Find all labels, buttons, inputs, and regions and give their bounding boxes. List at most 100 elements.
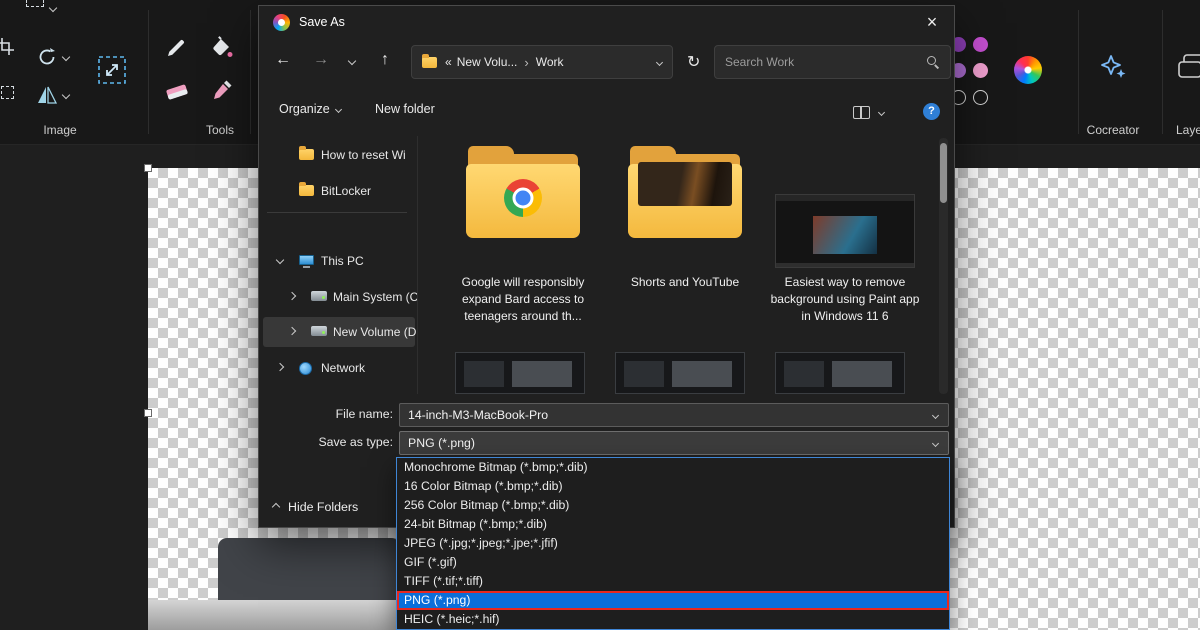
sidebar-item-main-system[interactable]: Main System (C (263, 282, 415, 312)
new-folder-label: New folder (375, 102, 435, 116)
file-item-label[interactable]: Shorts and YouTube (607, 274, 763, 291)
file-item-thumbnail-partial[interactable] (775, 352, 905, 394)
format-option[interactable]: HEIC (*.heic;*.hif) (397, 610, 949, 629)
color-picker-tool-icon[interactable] (210, 80, 234, 109)
forward-button[interactable]: → (313, 51, 329, 69)
edit-colors-wheel-icon[interactable] (1014, 56, 1042, 84)
breadcrumb-current[interactable]: Work (536, 55, 564, 69)
refresh-icon[interactable]: ↻ (687, 52, 700, 72)
flip-dropdown-chevron-icon[interactable] (62, 91, 70, 99)
ribbon-divider (250, 10, 251, 134)
file-list-scrollbar[interactable] (939, 138, 948, 394)
sidebar-item-this-pc[interactable]: This PC (263, 246, 415, 276)
view-options-chevron-icon[interactable] (878, 109, 885, 116)
savetype-label: Save as type: (289, 435, 393, 449)
expand-chevron-icon[interactable] (276, 363, 284, 371)
format-option[interactable]: JPEG (*.jpg;*.jpeg;*.jpe;*.jfif) (397, 534, 949, 553)
expand-chevron-icon[interactable] (288, 327, 296, 335)
breadcrumb-collapse[interactable]: « (445, 55, 452, 69)
help-icon[interactable]: ? (923, 103, 940, 120)
network-icon (299, 362, 312, 375)
up-button[interactable]: ↑ (381, 51, 389, 69)
format-option[interactable]: GIF (*.gif) (397, 553, 949, 572)
chevron-up-icon (272, 503, 280, 511)
new-folder-button[interactable]: New folder (375, 102, 435, 116)
file-item-thumbnail-partial[interactable] (455, 352, 585, 394)
paint-logo-icon (273, 14, 290, 31)
search-box[interactable]: Search Work (714, 45, 951, 79)
rotate-icon[interactable] (36, 46, 58, 73)
file-item-label[interactable]: Easiest way to remove background using P… (767, 274, 923, 325)
eraser-tool-icon[interactable] (164, 80, 190, 109)
selection-handle-mid-left[interactable] (144, 409, 152, 417)
sidebar-item-bitlocker[interactable]: BitLocker (263, 176, 415, 206)
filename-label: File name: (289, 407, 393, 421)
combobox-chevron-icon[interactable] (932, 411, 939, 418)
selection-handle-top-left[interactable] (144, 164, 152, 172)
pane-divider[interactable] (417, 136, 418, 394)
color-swatch-empty[interactable] (973, 90, 988, 105)
color-swatch-pink[interactable] (973, 63, 988, 78)
ribbon-divider (1162, 10, 1163, 134)
hide-folders-label: Hide Folders (288, 500, 358, 514)
selection-tool-icon[interactable] (26, 0, 44, 7)
scrollbar-thumb[interactable] (940, 143, 947, 203)
free-select-icon[interactable] (1, 86, 14, 99)
sidebar-item-label: Network (321, 361, 365, 375)
color-swatch-magenta[interactable] (973, 37, 988, 52)
recent-locations-chevron-icon[interactable] (348, 57, 356, 65)
sidebar-item-new-volume[interactable]: New Volume (D (263, 317, 415, 347)
search-icon[interactable] (926, 55, 940, 69)
combobox-chevron-icon[interactable] (932, 439, 939, 446)
flip-icon[interactable] (36, 84, 58, 111)
sidebar-item-network[interactable]: Network (263, 353, 415, 383)
drive-icon (311, 291, 327, 301)
file-item-folder-shorts[interactable] (628, 146, 742, 238)
sidebar-item-how-to-reset[interactable]: How to reset Wi (263, 140, 415, 170)
cocreator-group-label: Cocreator (1078, 123, 1148, 137)
filename-value: 14-inch-M3-MacBook-Pro (408, 408, 933, 422)
rotate-dropdown-chevron-icon[interactable] (62, 53, 70, 61)
chrome-logo-icon (504, 179, 542, 217)
format-option[interactable]: 16 Color Bitmap (*.bmp;*.dib) (397, 477, 949, 496)
format-option[interactable]: TIFF (*.tif;*.tiff) (397, 572, 949, 591)
close-icon[interactable]: × (916, 9, 948, 35)
format-option[interactable]: Monochrome Bitmap (*.bmp;*.dib) (397, 458, 949, 477)
file-item-thumbnail-easiest-way[interactable] (775, 194, 915, 268)
pencil-tool-icon[interactable] (164, 36, 188, 65)
format-option[interactable]: 256 Color Bitmap (*.bmp;*.dib) (397, 496, 949, 515)
hide-folders-button[interactable]: Hide Folders (273, 500, 358, 514)
format-option[interactable]: 24-bit Bitmap (*.bmp;*.dib) (397, 515, 949, 534)
resize-icon[interactable] (96, 54, 128, 91)
sidebar-item-label: This PC (321, 254, 364, 268)
format-option-selected[interactable]: PNG (*.png) (397, 591, 949, 610)
file-item-folder-google[interactable] (466, 146, 580, 238)
organize-button[interactable]: Organize (279, 102, 341, 116)
breadcrumb-separator-icon: › (524, 55, 528, 70)
view-options-icon[interactable] (853, 106, 870, 119)
expand-chevron-icon[interactable] (276, 256, 284, 264)
folder-icon (299, 185, 314, 196)
folder-icon (299, 149, 314, 160)
image-group-label: Image (30, 123, 90, 137)
organize-chevron-icon (335, 105, 342, 112)
layers-icon[interactable] (1176, 52, 1200, 87)
address-dropdown-chevron-icon[interactable] (656, 58, 663, 65)
crop-icon[interactable] (0, 38, 14, 60)
expand-chevron-icon[interactable] (288, 292, 296, 300)
selection-dropdown-chevron-icon[interactable] (49, 4, 57, 12)
savetype-value: PNG (*.png) (408, 436, 933, 450)
folder-icon (422, 57, 437, 68)
savetype-combobox[interactable]: PNG (*.png) (399, 431, 949, 455)
drive-icon (311, 326, 327, 336)
filename-combobox[interactable]: 14-inch-M3-MacBook-Pro (399, 403, 949, 427)
breadcrumb-parent[interactable]: New Volu... (457, 55, 518, 69)
search-placeholder: Search Work (725, 55, 794, 69)
cocreator-icon[interactable] (1098, 52, 1128, 87)
fill-tool-icon[interactable] (210, 36, 234, 65)
file-item-label[interactable]: Google will responsibly expand Bard acce… (445, 274, 601, 325)
tools-group-label: Tools (190, 123, 250, 137)
file-item-thumbnail-partial[interactable] (615, 352, 745, 394)
back-button[interactable]: ← (275, 51, 291, 69)
address-bar[interactable]: « New Volu... › Work (411, 45, 673, 79)
